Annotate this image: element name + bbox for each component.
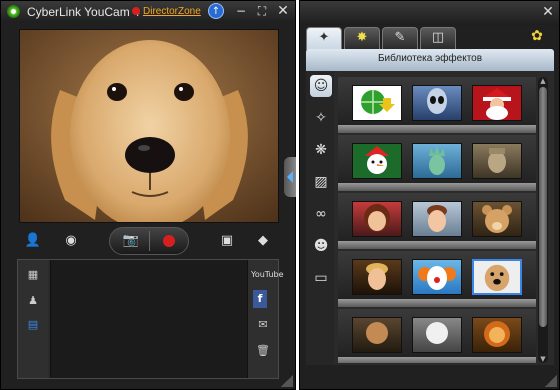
record-icon[interactable] [156, 229, 182, 253]
santa-icon[interactable] [472, 85, 522, 121]
scroll-down-icon[interactable]: ▼ [538, 355, 548, 363]
effects-library-title: Библиотека эффектов [377, 53, 483, 64]
dog-icon[interactable] [472, 259, 522, 295]
effects-resize-grip[interactable] [545, 375, 557, 387]
maximize-icon[interactable]: ⛶ [254, 3, 270, 19]
eraser-icon[interactable]: ◆ [251, 229, 275, 253]
effects-shelf [338, 309, 536, 363]
globe-download-icon[interactable] [352, 85, 402, 121]
cartoon-boy-icon[interactable] [412, 201, 462, 237]
emotion-icon[interactable]: ☻ [310, 235, 332, 257]
facebook-icon[interactable]: f [253, 290, 267, 308]
effects-shelf [338, 135, 536, 191]
alien-icon[interactable] [412, 85, 462, 121]
update-icon[interactable]: ↑ [208, 3, 224, 19]
effects-library: ☺ ✧ ❋ ▨ ∞ ☻ ▭ ▲ ▼ [306, 71, 554, 365]
media-left-toolbar: ▦ ♟ ▤ [18, 260, 48, 378]
frame-icon[interactable]: ▣ [215, 229, 239, 253]
effects-scrollbar[interactable]: ▲ ▼ [538, 77, 548, 363]
effects-close-icon[interactable]: ✕ [540, 4, 556, 20]
tab-effects[interactable]: ✦ [306, 27, 342, 50]
capture-group: 📷 [109, 227, 189, 255]
effects-shelf [338, 77, 536, 133]
webcam-preview [19, 29, 279, 223]
director-zone-link[interactable]: DirectorZone [132, 6, 201, 17]
statue-of-liberty-icon[interactable] [412, 143, 462, 179]
cartoon-man-icon[interactable] [352, 259, 402, 295]
effects-library-header: Библиотека эффектов [306, 49, 554, 71]
email-icon[interactable]: ✉ [252, 316, 274, 334]
tab-particles[interactable]: ✸ [344, 27, 380, 49]
effects-category-bar: ☺ ✧ ❋ ▨ ∞ ☻ ▭ [306, 71, 334, 365]
media-panel: ▦ ♟ ▤ YouTube f ✉ 🗑 [17, 259, 284, 379]
add-face-icon[interactable]: 👤 [21, 229, 45, 253]
scroll-up-icon[interactable]: ▲ [538, 77, 548, 85]
clown-icon[interactable] [412, 259, 462, 295]
youtube-label: YouTube [251, 270, 284, 279]
effects-shelf [338, 193, 536, 249]
camera-icon[interactable]: 📷 [118, 229, 144, 253]
particles-icon[interactable]: ❋ [310, 139, 332, 161]
capture-toolbar: 👤 ◉ 📷 ▣ ◆ [11, 227, 287, 257]
dog-photo [20, 30, 278, 222]
magic-wand-icon[interactable]: ✧ [310, 107, 332, 129]
director-zone-label: DirectorZone [143, 6, 201, 17]
capture-divider [149, 231, 150, 251]
minimize-icon[interactable]: − [233, 3, 249, 19]
cartoon-girl-icon[interactable] [352, 201, 402, 237]
frame-category-icon[interactable]: ▨ [310, 171, 332, 193]
trash-icon[interactable]: 🗑 [252, 342, 274, 360]
panel-toggle-handle[interactable] [284, 157, 296, 197]
sheep-icon[interactable] [412, 317, 462, 353]
add-effect-icon[interactable]: ✿ [526, 28, 548, 48]
resize-grip[interactable] [281, 375, 293, 387]
media-thumbnail-area[interactable] [50, 260, 248, 378]
thumbnails-view-icon[interactable]: ▦ [22, 266, 44, 284]
close-icon[interactable]: ✕ [275, 3, 291, 19]
effects-shelf [338, 251, 536, 307]
snowman-icon[interactable] [352, 143, 402, 179]
tab-surveillance[interactable]: ◫ [420, 27, 456, 49]
people-icon[interactable]: ♟ [22, 292, 44, 310]
media-share-toolbar: YouTube f ✉ 🗑 [248, 260, 284, 378]
youtube-icon[interactable]: YouTube [251, 266, 284, 284]
youcam-main-window: CyberLink YouCam 4 DirectorZone ↑ − ⛶ ✕ [0, 0, 296, 390]
face-effect-icon[interactable]: ☺ [310, 75, 332, 97]
tab-draw[interactable]: ✎ [382, 27, 418, 49]
scene-icon[interactable]: ▭ [310, 267, 332, 289]
terracotta-warrior-icon[interactable] [472, 143, 522, 179]
app-title: CyberLink YouCam 4 [27, 5, 140, 19]
youcam-logo-icon [7, 5, 20, 18]
film-icon[interactable]: ▤ [22, 316, 44, 334]
title-bar[interactable]: CyberLink YouCam 4 DirectorZone ↑ − ⛶ ✕ [1, 1, 295, 23]
effects-title-bar[interactable]: ✕ [300, 1, 559, 25]
poodle-icon[interactable] [352, 317, 402, 353]
effects-grid [338, 77, 536, 363]
scrollbar-thumb[interactable] [539, 87, 547, 327]
eye-icon[interactable]: ◉ [57, 229, 85, 253]
lion-icon[interactable] [472, 317, 522, 353]
teddy-bear-icon[interactable] [472, 201, 522, 237]
director-zone-icon [132, 7, 140, 15]
mask-icon[interactable]: ∞ [310, 203, 332, 225]
collapse-arrow-icon [287, 171, 293, 183]
effects-window: ✕ ✦ ✸ ✎ ◫ ✿ Библиотека эффектов ☺ ✧ ❋ ▨ … [299, 0, 560, 390]
